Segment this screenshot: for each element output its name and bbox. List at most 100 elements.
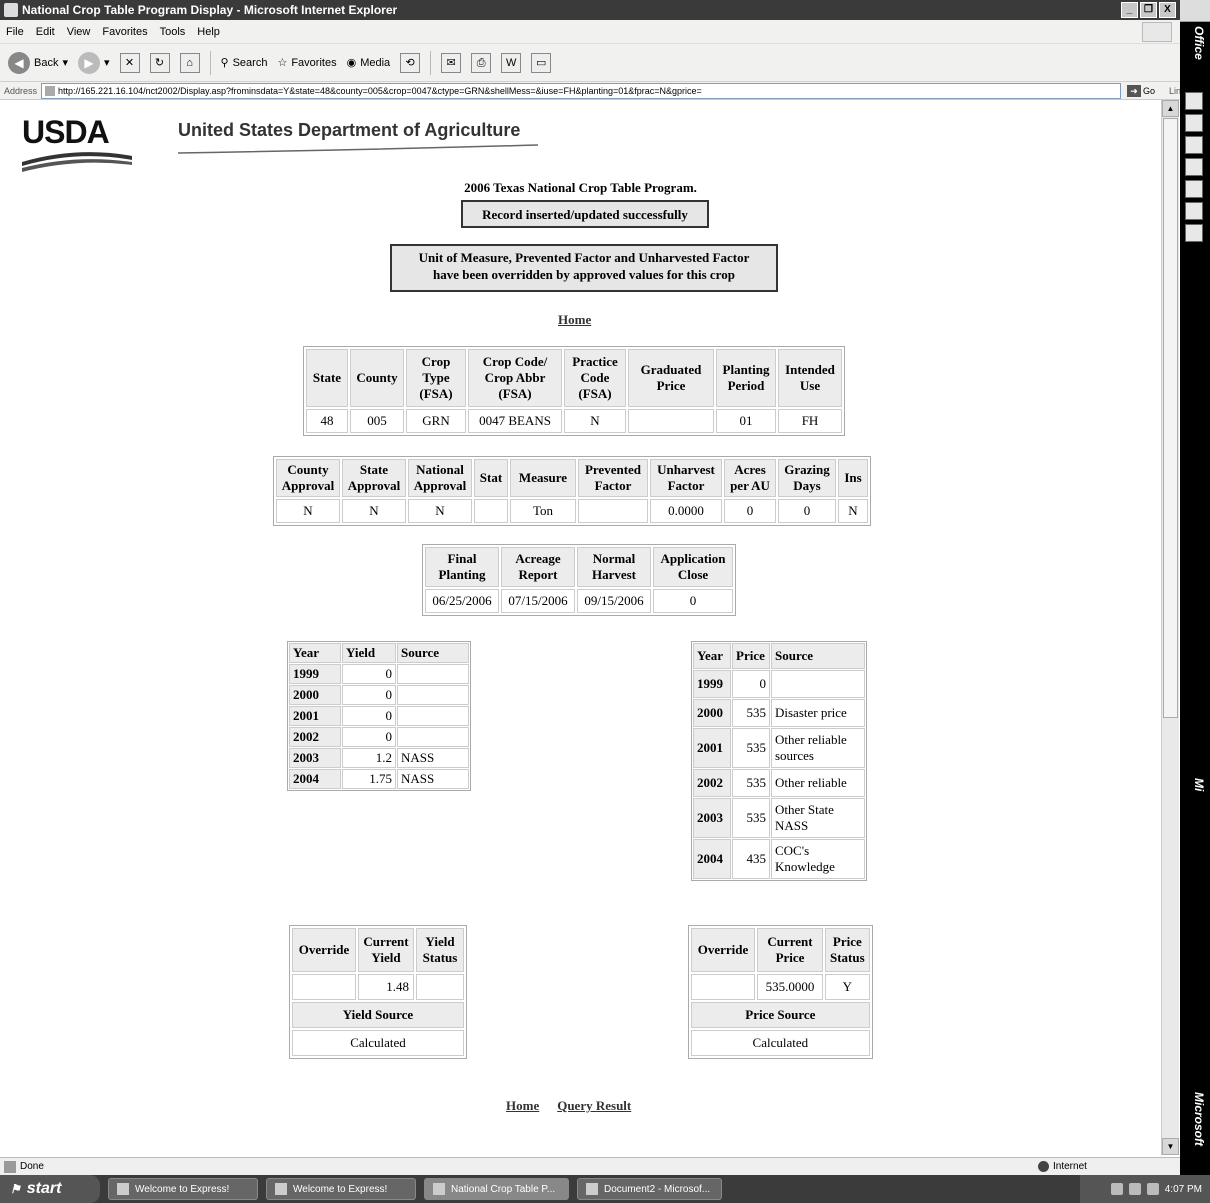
browser-toolbar: ◀ Back ▾ ▶ ▾ ✕ ↻ ⌂ ⚲ Search ☆ Favorites … [0, 44, 1180, 82]
start-label: start [26, 1180, 62, 1197]
col-current-yield: Current Yield [358, 928, 414, 972]
address-input[interactable]: http://165.221.16.104/nct2002/Display.as… [41, 82, 1122, 99]
crop-info-table: State County Crop Type (FSA) Crop Code/ … [303, 346, 845, 436]
home-link-bottom[interactable]: Home [506, 1098, 539, 1114]
table-header-row: Final Planting Acreage Report Normal Har… [425, 547, 733, 587]
table-row: 2002 0 [289, 727, 469, 747]
go-button[interactable]: ➜ Go [1127, 84, 1156, 97]
security-icon[interactable] [1146, 1183, 1159, 1195]
table-row: 2000 535 Disaster price [693, 699, 865, 727]
bottom-links: Home Query Result [506, 1098, 631, 1114]
col-state: State [306, 349, 348, 407]
menu-tools[interactable]: Tools [160, 26, 186, 38]
forward-arrow-icon: ▶ [78, 51, 100, 74]
zone-label: Internet [1053, 1161, 1087, 1172]
yield-source-value: Calculated [292, 1030, 464, 1056]
media-icon: ◉ [346, 57, 357, 69]
tool-icon[interactable] [1185, 202, 1203, 220]
col-yield-status: Yield Status [416, 928, 464, 972]
volume-icon[interactable] [1128, 1183, 1141, 1195]
taskbar: ⚑ start Welcome to Express! Welcome to E… [0, 1175, 1210, 1203]
window-icon[interactable] [1185, 224, 1203, 242]
scroll-thumb[interactable] [1163, 118, 1178, 718]
dates-table: Final Planting Acreage Report Normal Har… [422, 544, 736, 616]
table-row: 1.48 [292, 974, 464, 1000]
query-result-link[interactable]: Query Result [557, 1098, 631, 1114]
toolbar-separator [430, 50, 432, 75]
cell-grazing-days: 0 [778, 499, 836, 523]
table-row: 1999 0 [693, 670, 865, 698]
restore-button[interactable]: ❐ [1140, 2, 1157, 18]
mail-icon[interactable]: ✉ [441, 52, 462, 73]
forward-button[interactable]: ▶ ▾ [78, 51, 110, 74]
col-state-approval: State Approval [342, 459, 406, 497]
back-button[interactable]: ◀ Back ▾ [8, 51, 68, 74]
col-county: County [350, 349, 404, 407]
override-message: Unit of Measure, Prevented Factor and Un… [390, 244, 778, 292]
col-override: Override [691, 928, 755, 972]
access-icon[interactable] [1185, 180, 1203, 198]
taskbar-item-label: National Crop Table P... [451, 1183, 556, 1195]
taskbar-item-welcome-2[interactable]: Welcome to Express! [266, 1178, 416, 1200]
col-final-planting: Final Planting [425, 547, 499, 587]
chevron-down-icon: ▾ [104, 57, 110, 69]
minimize-button[interactable]: _ [1121, 2, 1138, 18]
vertical-scrollbar[interactable]: ▲ ▼ [1161, 100, 1179, 1155]
close-button[interactable]: X [1159, 2, 1176, 18]
search-button[interactable]: ⚲ Search [221, 56, 268, 70]
cell-year: 1999 [693, 670, 731, 698]
system-tray: 4:07 PM [1080, 1175, 1210, 1203]
menu-favorites[interactable]: Favorites [102, 26, 147, 38]
col-crop-code: Crop Code/ Crop Abbr (FSA) [468, 349, 562, 407]
current-price-table: Override Current Price Price Status 535.… [688, 925, 873, 1059]
windows-logo-icon [1142, 22, 1172, 42]
home-link[interactable]: Home [558, 312, 591, 328]
favorites-button[interactable]: ☆ Favorites [277, 56, 336, 70]
word-icon[interactable]: W [501, 52, 522, 73]
address-label: Address [4, 85, 38, 96]
scroll-down-icon[interactable]: ▼ [1162, 1138, 1179, 1155]
powerpoint-icon[interactable] [1185, 136, 1203, 154]
excel-icon[interactable] [1185, 114, 1203, 132]
table-row: 535.0000 Y [691, 974, 870, 1000]
table-header-row: Year Yield Source [289, 643, 469, 663]
usda-logo-text: USDA [22, 114, 110, 150]
status-text: Done [20, 1161, 44, 1172]
menu-view[interactable]: View [67, 26, 91, 38]
taskbar-item-crop-table[interactable]: National Crop Table P... [424, 1178, 569, 1200]
cell-price: 0 [732, 670, 770, 698]
taskbar-item-welcome-1[interactable]: Welcome to Express! [108, 1178, 258, 1200]
outlook-icon[interactable] [1185, 158, 1203, 176]
word-icon[interactable] [1185, 92, 1203, 110]
menu-edit[interactable]: Edit [36, 26, 55, 38]
taskbar-item-label: Welcome to Express! [135, 1183, 230, 1195]
start-button[interactable]: ⚑ start [0, 1175, 100, 1203]
scroll-up-icon[interactable]: ▲ [1162, 100, 1179, 117]
menu-file[interactable]: File [6, 26, 24, 38]
help-icon [117, 1183, 129, 1195]
home-icon[interactable]: ⌂ [179, 52, 200, 73]
network-icon[interactable] [1110, 1183, 1123, 1195]
table-row: 2003 535 Other State NASS [693, 798, 865, 838]
refresh-icon[interactable]: ↻ [149, 52, 170, 73]
taskbar-item-document2[interactable]: Document2 - Microsof... [577, 1178, 722, 1200]
cell-year: 2001 [289, 706, 341, 726]
back-label: Back [34, 56, 59, 69]
cell-yield-status [416, 974, 464, 1000]
cell-national-approval: N [408, 499, 472, 523]
cell-normal-harvest: 09/15/2006 [577, 589, 651, 613]
cell-county: 005 [350, 409, 404, 433]
print-icon[interactable]: ⎙ [471, 52, 492, 73]
history-icon[interactable]: ⟲ [400, 52, 421, 73]
table-row: 06/25/2006 07/15/2006 09/15/2006 0 [425, 589, 733, 613]
media-button[interactable]: ◉ Media [346, 56, 391, 70]
cell-current-price: 535.0000 [757, 974, 823, 1000]
media-label: Media [360, 56, 391, 69]
title-swoosh [178, 144, 538, 154]
cell-source [397, 685, 469, 705]
discuss-icon[interactable]: ▭ [531, 52, 552, 73]
stop-icon[interactable]: ✕ [119, 52, 140, 73]
menu-help[interactable]: Help [197, 26, 220, 38]
approval-table: County Approval State Approval National … [273, 456, 871, 526]
go-label: Go [1143, 85, 1156, 96]
